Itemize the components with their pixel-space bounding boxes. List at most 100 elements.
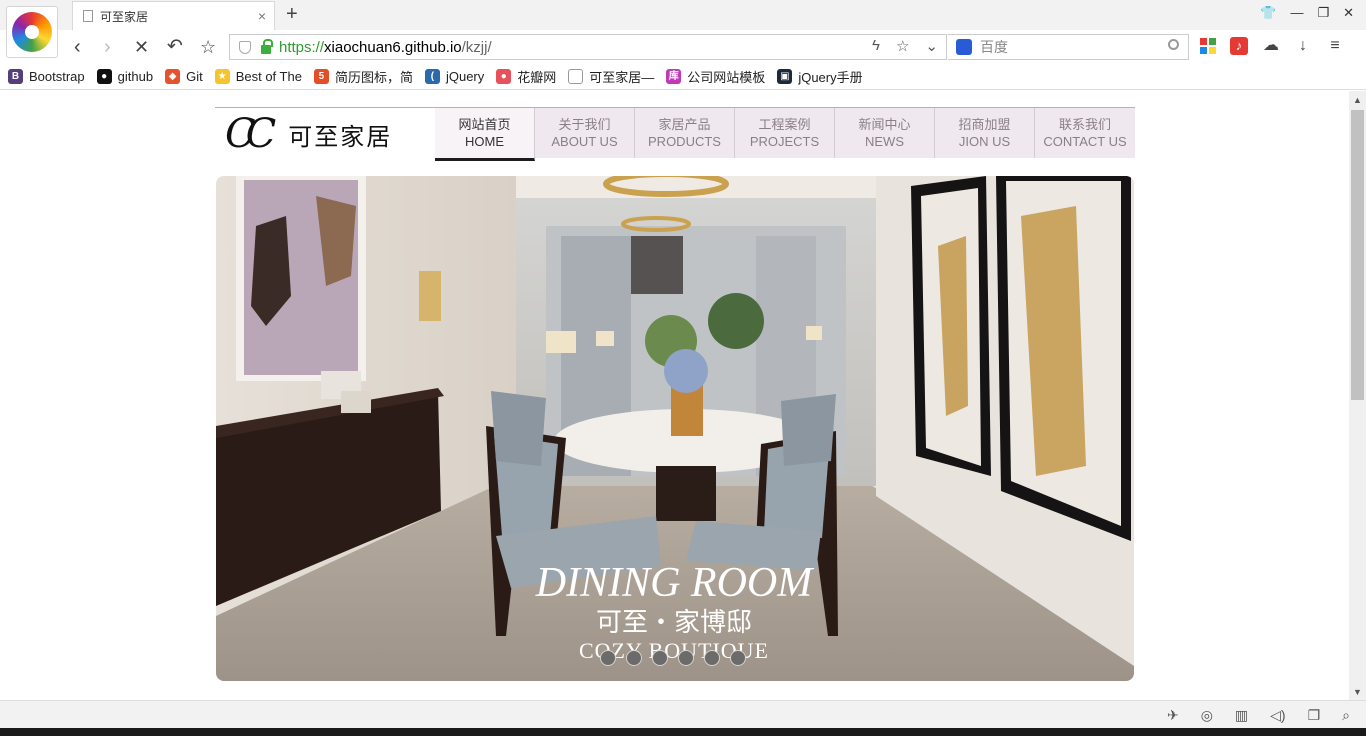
chevron-down-icon[interactable]: ⌄ bbox=[925, 37, 938, 55]
bookmark-label: jQuery bbox=[445, 69, 485, 84]
favorite-star-icon[interactable]: ☆ bbox=[200, 35, 216, 59]
close-window-icon[interactable]: ✕ bbox=[1343, 5, 1354, 21]
bookmark-label: 可至家居— bbox=[589, 70, 655, 85]
logo-name: 可至家居 bbox=[288, 123, 393, 151]
bookmark-item[interactable]: ◆ Git bbox=[165, 69, 203, 84]
bookmark-item[interactable]: 库公司网站模板 bbox=[666, 67, 765, 86]
site-logo[interactable]: CC 可至家居 bbox=[225, 110, 392, 158]
menu-label-en: JION US bbox=[958, 134, 1011, 149]
apps-icon[interactable] bbox=[1200, 38, 1216, 54]
menu-item-products[interactable]: 家居产品 PRODUCTS bbox=[635, 108, 735, 158]
menu-icon[interactable]: ≡ bbox=[1326, 37, 1344, 55]
bookmark-label: Bootstrap bbox=[29, 69, 85, 84]
back-icon[interactable]: ‹ bbox=[74, 35, 81, 59]
page-viewport: CC 可至家居 网站首页 HOME 关于我们 ABOUT US 家居产品 PRODUCTS… bbox=[0, 91, 1349, 700]
search-input[interactable]: 百度 bbox=[980, 37, 1008, 57]
speed-icon[interactable]: ◎ bbox=[1201, 707, 1213, 724]
carousel-dot[interactable] bbox=[730, 650, 746, 666]
browser-titlebar: 可至家居 × + 👕 — ❐ ✕ bbox=[0, 0, 1366, 30]
new-tab-button[interactable]: + bbox=[286, 3, 298, 26]
bookmark-item[interactable]: 可至家居— bbox=[568, 67, 654, 86]
page-icon bbox=[568, 69, 584, 84]
star-folder-icon: ★ bbox=[214, 69, 230, 84]
bookmark-item[interactable]: ● github bbox=[96, 69, 153, 84]
main-menu: 网站首页 HOME 关于我们 ABOUT US 家居产品 PRODUCTS 工程案例 PROJ… bbox=[435, 108, 1135, 161]
cloud-icon[interactable]: ☁ bbox=[1262, 37, 1280, 55]
skin-icon[interactable]: 👕 bbox=[1260, 5, 1276, 21]
music-icon[interactable]: ♪ bbox=[1230, 37, 1248, 55]
address-bar[interactable]: https:// xiaochuan6.github.io /kzjj/ ϟ ☆… bbox=[229, 34, 947, 60]
pin-icon[interactable]: ✈ bbox=[1167, 707, 1179, 724]
menu-label-cn: 联系我们 bbox=[1058, 117, 1111, 132]
carousel-dot[interactable] bbox=[704, 650, 720, 666]
menu-label-en: HOME bbox=[465, 134, 504, 149]
carousel-dot[interactable] bbox=[652, 650, 668, 666]
maximize-icon[interactable]: ❐ bbox=[1317, 5, 1329, 21]
bookmark-item[interactable]: ● 花瓣网 bbox=[496, 67, 556, 86]
browser-tab[interactable]: 可至家居 × bbox=[72, 1, 275, 30]
browser-logo[interactable] bbox=[6, 6, 58, 58]
menu-item-news[interactable]: 新闻中心 NEWS bbox=[835, 108, 935, 158]
browser-statusbar: ✈ ◎ ▥ ◁) ❐ ⌕ bbox=[0, 700, 1366, 728]
bookmark-star-icon[interactable]: ☆ bbox=[896, 37, 909, 55]
baidu-paw-icon bbox=[956, 39, 972, 55]
url-actions: ϟ ☆ ⌄ bbox=[872, 37, 938, 55]
bookmark-item[interactable]: B Bootstrap bbox=[8, 69, 85, 84]
carousel-dot[interactable] bbox=[678, 650, 694, 666]
menu-item-about-us[interactable]: 关于我们 ABOUT US bbox=[535, 108, 635, 158]
bookmark-label: 公司网站模板 bbox=[687, 70, 766, 85]
scroll-down-icon[interactable]: ▼ bbox=[1353, 687, 1362, 697]
zoom-icon[interactable]: ⌕ bbox=[1342, 707, 1350, 724]
carousel-dots bbox=[600, 650, 746, 666]
scroll-up-icon[interactable]: ▲ bbox=[1353, 95, 1362, 105]
bookmark-item[interactable]: 5 简历图标，简 bbox=[313, 67, 413, 86]
forward-icon[interactable]: › bbox=[104, 35, 111, 59]
stop-loading-icon[interactable]: ✕ bbox=[134, 35, 149, 59]
bookmark-label: 简历图标，简 bbox=[334, 70, 413, 85]
menu-label-cn: 新闻中心 bbox=[858, 117, 911, 132]
bookmark-item[interactable]: ★ Best of The bbox=[214, 69, 302, 84]
dining-room-photo: DINING ROOM 可至・家博邸 COZY BOUTIQUE bbox=[216, 176, 1134, 681]
huaban-icon: ● bbox=[496, 69, 512, 84]
menu-label-en: PRODUCTS bbox=[648, 134, 721, 149]
menu-label-en: ABOUT US bbox=[551, 134, 618, 149]
window-icon[interactable]: ❐ bbox=[1308, 707, 1321, 724]
menu-label-cn: 招商加盟 bbox=[958, 117, 1011, 132]
browser-tools: ♪ ☁ ↓ ≡ bbox=[1200, 37, 1344, 55]
logo-mark: CC bbox=[225, 111, 276, 157]
undo-icon[interactable]: ↶ bbox=[167, 35, 183, 59]
trash-icon[interactable]: ▥ bbox=[1235, 707, 1248, 724]
menu-label-en: CONTACT US bbox=[1043, 134, 1127, 149]
jquery-book-icon: ▣ bbox=[777, 69, 793, 84]
page-scrollbar[interactable]: ▲ ▼ bbox=[1349, 91, 1366, 700]
shield-icon bbox=[239, 40, 251, 54]
menu-item-projects[interactable]: 工程案例 PROJECTS bbox=[735, 108, 835, 158]
tab-close-icon[interactable]: × bbox=[258, 8, 266, 24]
banner-subtitle-cn: 可至・家博邸 bbox=[596, 608, 752, 638]
menu-item-home[interactable]: 网站首页 HOME bbox=[435, 108, 535, 161]
search-icon[interactable] bbox=[1168, 39, 1179, 50]
volume-icon[interactable]: ◁) bbox=[1270, 707, 1285, 724]
url-scheme: https:// bbox=[279, 38, 325, 56]
carousel-dot[interactable] bbox=[600, 650, 616, 666]
html5-icon: 5 bbox=[313, 69, 329, 84]
ku-icon: 库 bbox=[666, 69, 682, 84]
os-taskbar bbox=[0, 728, 1366, 736]
menu-item-contact-us[interactable]: 联系我们 CONTACT US bbox=[1035, 108, 1135, 158]
menu-label-cn: 家居产品 bbox=[658, 117, 711, 132]
site-header: CC 可至家居 网站首页 HOME 关于我们 ABOUT US 家居产品 PRODUCTS… bbox=[215, 107, 1135, 161]
bootstrap-icon: B bbox=[8, 69, 23, 84]
url-host: xiaochuan6.github.io bbox=[324, 38, 462, 56]
carousel-dot[interactable] bbox=[626, 650, 642, 666]
menu-item-jion-us[interactable]: 招商加盟 JION US bbox=[935, 108, 1035, 158]
lightning-icon[interactable]: ϟ bbox=[872, 37, 880, 55]
bookmark-item[interactable]: ( jQuery bbox=[424, 69, 485, 84]
scrollbar-thumb[interactable] bbox=[1351, 110, 1364, 400]
jquery-icon: ( bbox=[424, 69, 440, 84]
minimize-icon[interactable]: — bbox=[1290, 5, 1303, 21]
search-box[interactable]: 百度 bbox=[948, 34, 1189, 60]
lock-icon bbox=[261, 38, 273, 54]
download-icon[interactable]: ↓ bbox=[1294, 37, 1312, 55]
hero-banner[interactable]: DINING ROOM 可至・家博邸 COZY BOUTIQUE bbox=[216, 176, 1134, 681]
bookmark-item[interactable]: ▣ jQuery手册 bbox=[777, 67, 863, 86]
